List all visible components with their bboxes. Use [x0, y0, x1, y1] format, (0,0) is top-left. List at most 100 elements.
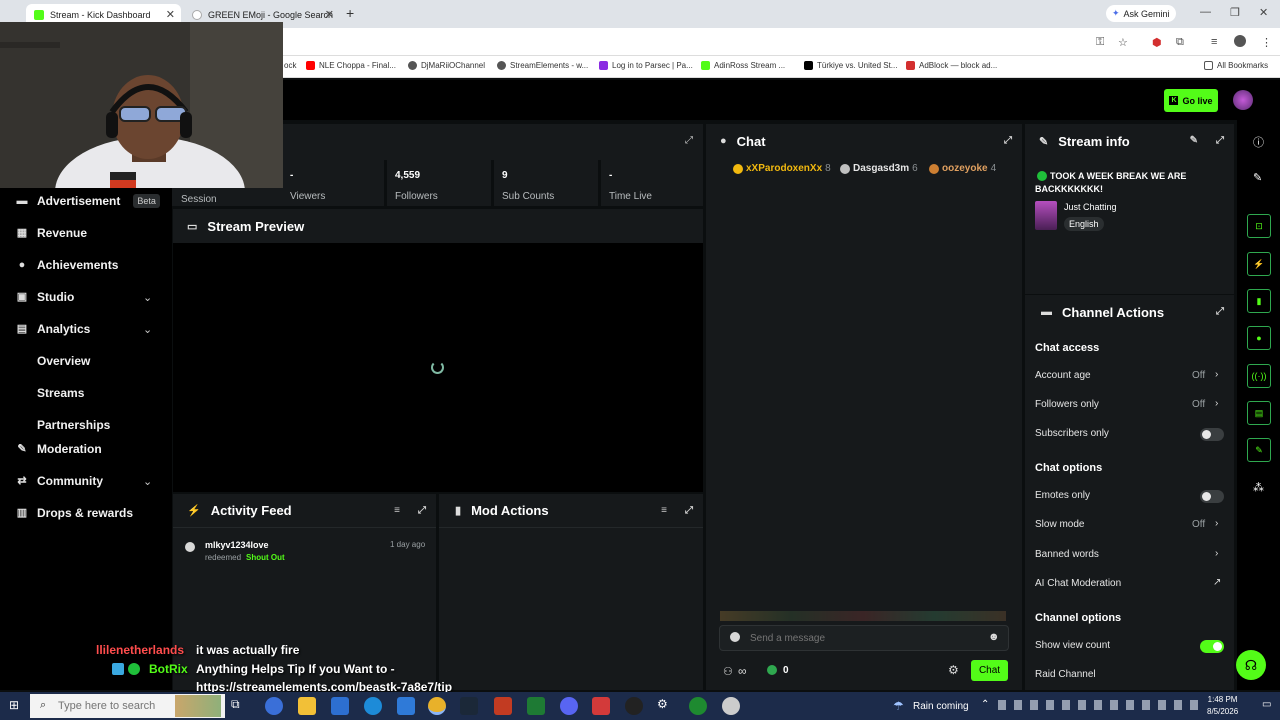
expand-icon[interactable]: ⤢ [685, 135, 693, 146]
top-chatter[interactable]: oozeyoke 4 [929, 163, 996, 174]
xbox-icon[interactable] [689, 697, 707, 715]
ai-chat-moderation-label[interactable]: AI Chat Moderation [1035, 578, 1121, 589]
ask-gemini-button[interactable]: ✦ Ask Gemini [1106, 5, 1176, 22]
rail-layout-icon[interactable]: ▤ [1247, 401, 1271, 425]
chat-send-button[interactable]: Chat [971, 660, 1008, 681]
top-chatter[interactable]: xXParodoxenXx 8 [733, 163, 831, 174]
bookmark-star-icon[interactable]: ☆ [1118, 36, 1128, 49]
edit-pencil-icon[interactable]: ✎ [1190, 135, 1198, 146]
sidebar-item-community[interactable]: ⇄ Community [16, 474, 103, 488]
file-explorer-icon[interactable] [298, 697, 316, 715]
info-icon[interactable]: ⓘ [1253, 134, 1264, 150]
copilot-icon[interactable] [265, 697, 283, 715]
sidebar-item-overview[interactable]: Overview [37, 354, 90, 368]
go-live-button[interactable]: K Go live [1164, 89, 1218, 112]
chevron-right-icon[interactable]: › [1215, 548, 1218, 559]
bookmark-item[interactable]: AdBlock — block ad... [906, 61, 997, 70]
chevron-right-icon[interactable]: › [1215, 398, 1218, 409]
bookmark-item[interactable]: StreamElements - w... [497, 61, 588, 70]
community-icon[interactable]: ⁂ [1253, 481, 1264, 494]
activity-user[interactable]: mlkyv1234love [205, 540, 269, 550]
steam-icon[interactable] [460, 697, 478, 715]
edge-icon[interactable] [364, 697, 382, 715]
close-tab-icon[interactable]: ✕ [166, 8, 175, 21]
chat-message-input[interactable] [750, 631, 970, 645]
minimize-icon[interactable]: — [1200, 6, 1211, 18]
show-view-count-toggle[interactable] [1200, 640, 1224, 653]
banned-words-label[interactable]: Banned words [1035, 549, 1099, 560]
store-icon[interactable] [331, 697, 349, 715]
sidebar-item-drops-rewards[interactable]: ▥ Drops & rewards [16, 506, 133, 520]
rail-wrench-icon[interactable]: ✎ [1247, 438, 1271, 462]
app-icon[interactable] [722, 697, 740, 715]
bookmark-item[interactable]: Türkiye vs. United St... [804, 61, 897, 70]
stream-category[interactable]: Just Chatting [1064, 202, 1117, 212]
bookmark-item[interactable]: DjMaRiiOChannel [408, 61, 485, 70]
rail-lightning-icon[interactable]: ⚡ [1247, 252, 1271, 276]
sidebar-item-streams[interactable]: Streams [37, 386, 84, 400]
emotes-only-toggle[interactable] [1200, 490, 1224, 503]
expand-icon[interactable]: ⤢ [685, 505, 693, 516]
rail-clipboard-icon[interactable]: ▮ [1247, 289, 1271, 313]
bookmark-item[interactable]: ock [284, 61, 296, 70]
emoji-icon[interactable]: ☻ [988, 631, 1000, 643]
sidebar-item-achievements[interactable]: ● Achievements [16, 258, 119, 272]
sidebar-item-moderation[interactable]: ✎ Moderation [16, 442, 101, 456]
chrome-icon[interactable] [428, 697, 446, 715]
system-tray-icons[interactable] [998, 700, 1203, 710]
taskbar-search[interactable]: ⌕ [30, 694, 225, 718]
emote-strip[interactable] [720, 611, 1006, 621]
rail-chat-icon[interactable]: ● [1247, 326, 1271, 350]
brave-icon[interactable] [592, 697, 610, 715]
rail-focus-icon[interactable]: ⊡ [1247, 214, 1271, 238]
task-view-icon[interactable]: ⧉ [231, 697, 249, 715]
sidebar-item-revenue[interactable]: ▦ Revenue [16, 226, 87, 240]
sidebar-item-analytics[interactable]: ▤ Analytics [16, 322, 91, 336]
chat-settings-gear-icon[interactable]: ⚙ [948, 663, 959, 677]
new-tab-button[interactable]: + [346, 5, 354, 21]
support-headset-icon[interactable]: ☊ [1236, 650, 1266, 680]
bookmark-item[interactable]: NLE Choppa - Final... [306, 61, 396, 70]
chevron-down-icon[interactable]: ⌄ [143, 475, 152, 488]
sidebar-item-studio[interactable]: ▣ Studio [16, 290, 75, 304]
sidebar-item-advertisement[interactable]: ▬ Advertisement Beta [16, 194, 160, 208]
discord-icon[interactable] [560, 697, 578, 715]
raid-channel-label[interactable]: Raid Channel [1035, 669, 1096, 680]
bookmark-item[interactable]: AdinRoss Stream ... [701, 61, 785, 70]
close-window-icon[interactable]: ✕ [1259, 6, 1268, 19]
chevron-right-icon[interactable]: › [1215, 369, 1218, 380]
close-tab-icon[interactable]: ✕ [325, 8, 334, 21]
app-icon[interactable] [494, 697, 512, 715]
account-age-label[interactable]: Account age [1035, 370, 1091, 381]
browser-menu-icon[interactable]: ⋮ [1261, 36, 1272, 49]
obs-icon[interactable] [625, 697, 643, 715]
filter-icon[interactable]: ≡ [661, 505, 667, 516]
notifications-icon[interactable]: ▭ [1262, 699, 1271, 710]
chevron-down-icon[interactable]: ⌄ [143, 291, 152, 304]
nvidia-icon[interactable] [527, 697, 545, 715]
filter-icon[interactable]: ≡ [394, 505, 400, 516]
weather-text[interactable]: Rain coming [913, 701, 969, 712]
profile-avatar[interactable] [1234, 35, 1246, 47]
password-key-icon[interactable]: ⚿ [1096, 36, 1104, 49]
windows-start-icon[interactable]: ⊞ [9, 698, 19, 712]
settings-icon[interactable]: ⚙ [657, 697, 675, 715]
rail-broadcast-icon[interactable]: ((·)) [1247, 364, 1271, 388]
expand-icon[interactable]: ⤢ [418, 505, 426, 516]
tray-chevron-up-icon[interactable]: ⌃ [981, 699, 989, 710]
user-avatar[interactable] [1233, 90, 1253, 110]
expand-icon[interactable]: ⤢ [1004, 135, 1012, 146]
all-bookmarks[interactable]: All Bookmarks [1204, 61, 1268, 70]
slow-mode-label[interactable]: Slow mode [1035, 519, 1084, 530]
expand-icon[interactable]: ⤢ [1216, 306, 1224, 317]
followers-only-label[interactable]: Followers only [1035, 399, 1099, 410]
extension-shield-icon[interactable]: ⬢ [1152, 36, 1162, 49]
pencil-icon[interactable]: ✎ [1253, 171, 1262, 184]
bookmark-item[interactable]: Log in to Parsec | Pa... [599, 61, 693, 70]
chevron-right-icon[interactable]: › [1215, 518, 1218, 529]
clock[interactable]: 1:48 PM 8/5/2026 [1207, 694, 1238, 718]
sidebar-item-partnerships[interactable]: Partnerships [37, 418, 110, 432]
maximize-icon[interactable]: ❐ [1230, 6, 1240, 19]
extensions-puzzle-icon[interactable]: ⧉ [1176, 36, 1184, 49]
subscribers-only-toggle[interactable] [1200, 428, 1224, 441]
